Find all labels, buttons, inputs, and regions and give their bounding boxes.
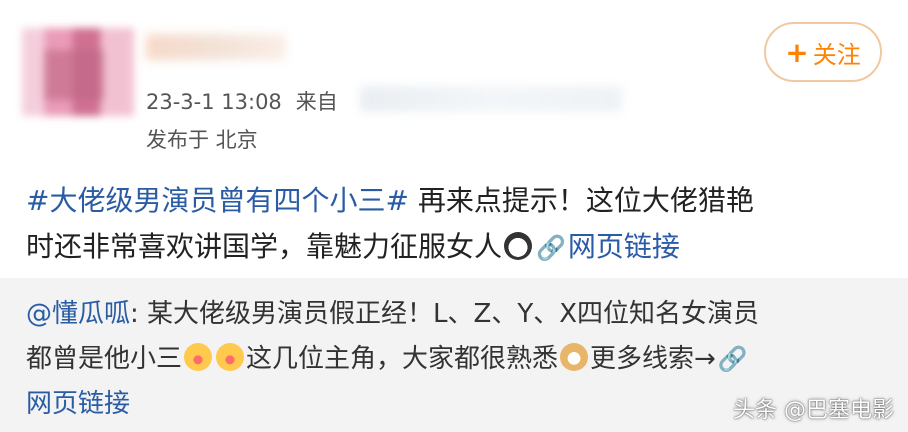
watermark: 头条 @巴塞电影 — [733, 398, 894, 423]
post-time: 23-3-1 13:08 — [146, 90, 282, 114]
link-icon[interactable]: 🔗 — [536, 234, 566, 262]
post-text-line1: 再来点提示！这位大佬猎艳 — [417, 184, 754, 217]
yum-emoji-icon — [184, 343, 213, 371]
repost-text-part2: 都曾是他小三 — [26, 344, 183, 374]
repost-web-link[interactable]: 网页链接 — [26, 389, 130, 419]
hashtag-link[interactable]: #大佬级男演员曾有四个小三# — [26, 184, 409, 217]
post-text-line2: 时还非常喜欢讲国学，靠魅力征服女人 — [26, 230, 503, 263]
weibo-post: 23-3-1 13:08 来自 发布于 北京 + 关注 #大佬级男演员曾有四个小三… — [0, 0, 908, 278]
post-text: #大佬级男演员曾有四个小三# 再来点提示！这位大佬猎艳 时还非常喜欢讲国学，靠魅… — [26, 178, 886, 271]
link-icon[interactable]: 🔗 — [718, 345, 748, 373]
repost-text-part3: 这几位主角，大家都很熟悉 — [246, 344, 559, 374]
follow-label: 关注 — [812, 40, 861, 69]
doge-emoji-icon — [560, 343, 589, 371]
post-source-blurred — [360, 86, 622, 112]
post-location: 发布于 北京 — [146, 128, 258, 152]
avatar[interactable] — [22, 28, 134, 116]
mention-link[interactable]: @懂瓜呱 — [26, 299, 130, 329]
follow-button[interactable]: + 关注 — [764, 22, 882, 82]
yum-emoji-icon — [216, 343, 245, 371]
post-source-label: 来自 — [295, 90, 338, 114]
panda-emoji-icon — [504, 232, 533, 260]
plus-icon: + — [785, 35, 809, 69]
post-meta: 23-3-1 13:08 来自 — [146, 86, 352, 116]
username-blurred[interactable] — [146, 34, 286, 60]
web-link[interactable]: 网页链接 — [568, 230, 680, 263]
repost-text-part1: : 某大佬级男演员假正经！L、Z、Y、X四位知名女演员 — [130, 299, 760, 329]
repost-box[interactable]: @懂瓜呱: 某大佬级男演员假正经！L、Z、Y、X四位知名女演员 都曾是他小三 这几… — [0, 278, 908, 432]
repost-text-part4: 更多线索→ — [590, 344, 716, 374]
